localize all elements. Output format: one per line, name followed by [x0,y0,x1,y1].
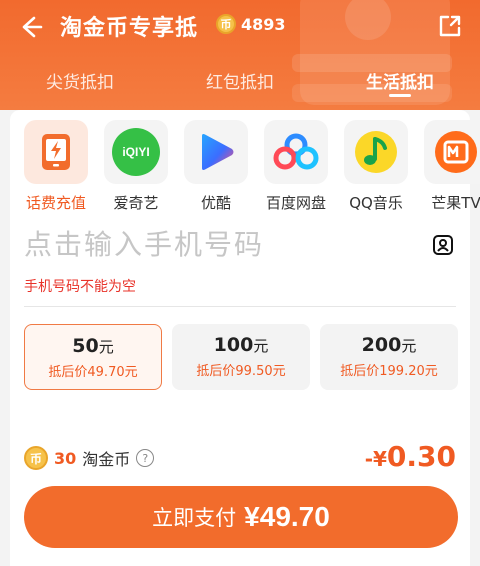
baidu-netdisk-icon [273,133,319,170]
contact-book-icon[interactable] [432,234,454,256]
page-title: 淘金币专享抵 [60,16,199,41]
service-mango-tv[interactable]: 芒果TV [420,120,480,213]
discount-value: 0.30 [386,440,456,473]
option-amount: 50元 [72,335,114,357]
service-label: QQ音乐 [349,194,403,212]
recharge-card: 话费充值 iQIYI 爱奇艺 优酷 百度网盘 QQ音乐 芒果TV 点击输入手机号… [10,110,480,566]
iqiyi-icon: iQIYI [112,128,160,176]
youku-icon [202,134,234,170]
service-label: 爱奇艺 [113,194,159,212]
option-amount: 100元 [213,334,269,356]
service-label: 百度网盘 [265,194,326,212]
service-list: 话费充值 iQIYI 爱奇艺 优酷 百度网盘 QQ音乐 芒果TV [20,120,480,220]
phone-charge-icon [42,134,70,170]
gold-coin-icon: 币 [24,446,48,470]
active-tab-indicator [389,94,411,97]
service-youku[interactable]: 优酷 [180,120,252,213]
service-icon-box [264,120,328,184]
service-icon-box [184,120,248,184]
option-after-price: 抵后价199.20元 [340,364,438,379]
header-bar: 淘金币专享抵 币 4893 尖货抵扣 红包抵扣 生活抵扣 [0,0,480,110]
category-tabs: 尖货抵扣 红包抵扣 生活抵扣 [0,62,480,102]
mango-tv-icon [435,131,477,173]
coin-deduct-amount: 30 [54,448,77,468]
pay-button-amount: ¥49.70 [244,501,330,532]
tab-life-deduction[interactable]: 生活抵扣 [320,62,480,102]
gold-coin-icon: 币 [216,14,236,34]
pay-now-button[interactable]: 立即支付 ¥49.70 [24,486,458,548]
service-label: 话费充值 [25,194,86,212]
coin-balance: 4893 [241,14,286,34]
discount-amount: -¥0.30 [365,440,456,473]
recharge-option-200[interactable]: 200元 抵后价199.20元 [320,324,458,390]
tab-hot-goods-deduction[interactable]: 尖货抵扣 [0,62,160,102]
service-qq-music[interactable]: QQ音乐 [340,120,412,213]
pay-button-label: 立即支付 [152,507,237,530]
service-icon-box: iQIYI [104,120,168,184]
divider [24,306,456,307]
service-baidu-netdisk[interactable]: 百度网盘 [260,120,332,213]
discount-prefix: -¥ [364,447,387,471]
service-label: 芒果TV [431,194,480,212]
service-iqiyi[interactable]: iQIYI 爱奇艺 [100,120,172,213]
qq-music-icon [355,131,397,173]
option-after-price: 抵后价99.50元 [196,364,286,379]
service-icon-box [344,120,408,184]
coin-deduct-label: 淘金币 [82,450,131,469]
service-label: 优酷 [200,194,231,212]
coin-balance-chip: 币 4893 [216,14,286,34]
share-icon[interactable] [436,12,464,40]
service-icon-box [24,120,88,184]
option-after-price: 抵后价49.70元 [48,365,138,380]
service-icon-box [424,120,480,184]
tab-label: 生活抵扣 [366,73,434,93]
back-arrow-icon[interactable] [14,10,48,44]
recharge-option-100[interactable]: 100元 抵后价99.50元 [172,324,310,390]
phone-number-input[interactable] [24,222,424,266]
recharge-option-50[interactable]: 50元 抵后价49.70元 [24,324,162,390]
tab-label: 尖货抵扣 [46,73,114,93]
option-amount: 200元 [361,334,417,356]
tab-red-packet-deduction[interactable]: 红包抵扣 [160,62,320,102]
tab-label: 红包抵扣 [206,73,274,93]
help-icon[interactable]: ? [136,449,155,467]
coin-deduction-row: 币 30 淘金币 ? [24,446,155,470]
phone-error-message: 手机号码不能为空 [24,279,136,295]
service-phone-charge[interactable]: 话费充值 [20,120,92,213]
